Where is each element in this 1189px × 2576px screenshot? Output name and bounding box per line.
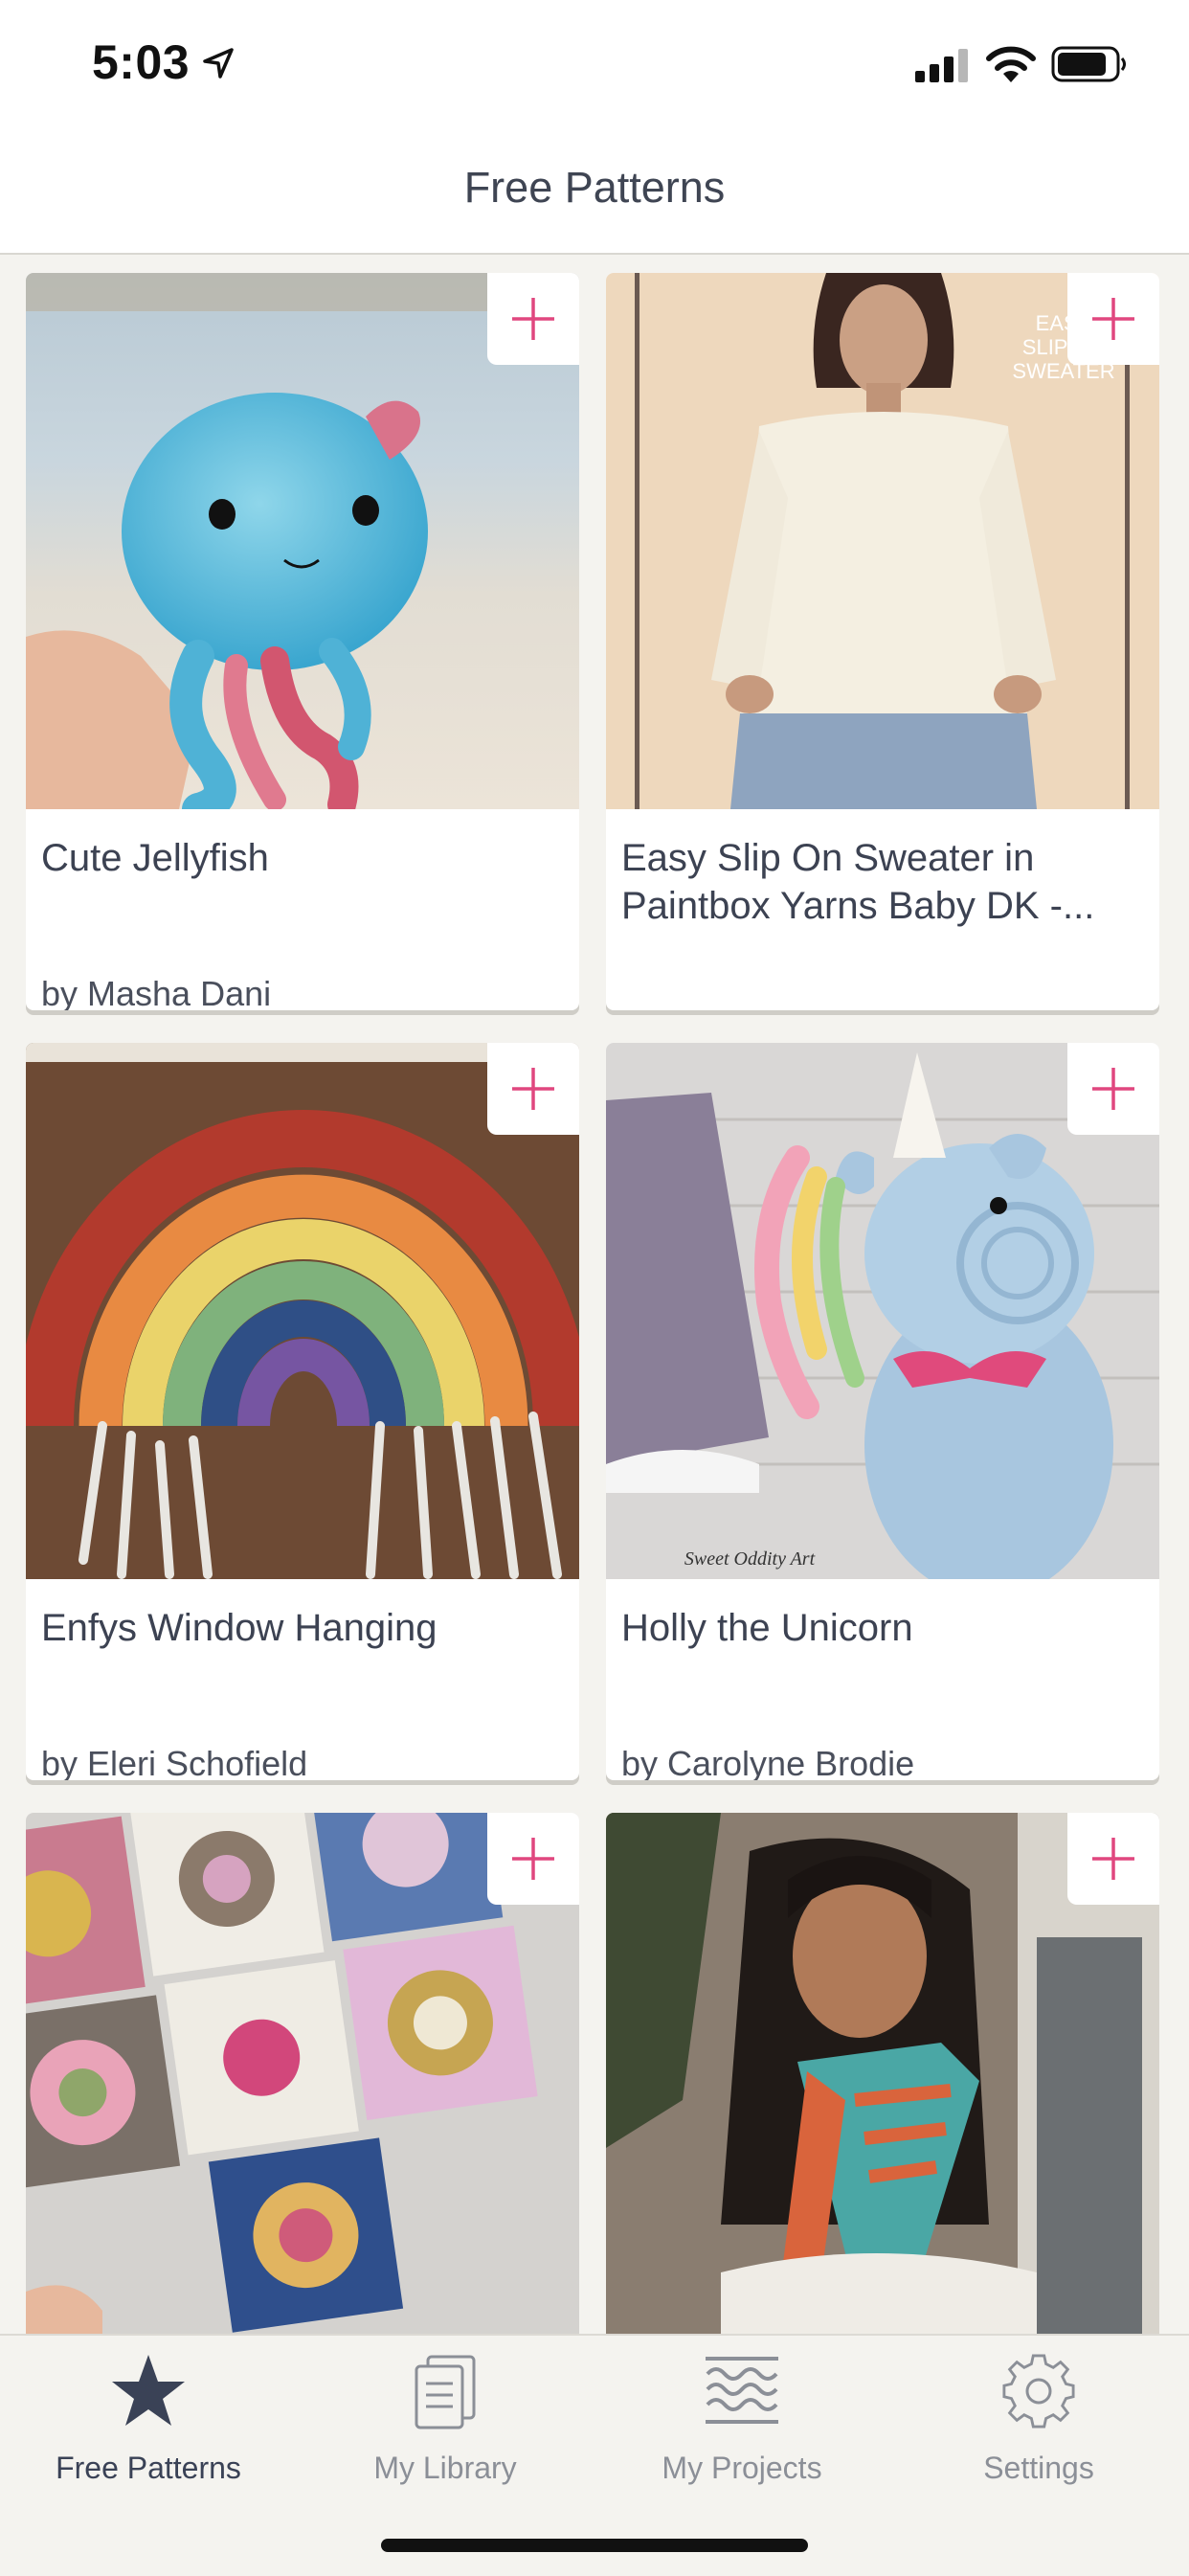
location-arrow-icon xyxy=(203,48,234,79)
pattern-card[interactable]: Enfys Window Hanging by Eleri Schofield xyxy=(26,1043,579,1780)
add-to-library-button[interactable] xyxy=(1067,1813,1159,1905)
pattern-card[interactable] xyxy=(606,1813,1159,2349)
add-to-library-button[interactable] xyxy=(1067,1043,1159,1135)
add-to-library-button[interactable] xyxy=(487,273,579,365)
plus-icon xyxy=(1092,1068,1134,1110)
pattern-title[interactable]: Holly the Unicorn xyxy=(621,1604,1138,1652)
tab-label: My Library xyxy=(373,2451,517,2485)
tab-my-projects[interactable]: My Projects xyxy=(594,2336,890,2527)
status-bar: 5:03 xyxy=(0,0,1189,134)
tab-settings[interactable]: Settings xyxy=(890,2336,1187,2527)
home-indicator[interactable] xyxy=(381,2539,808,2552)
pattern-title[interactable]: Cute Jellyfish xyxy=(41,834,558,882)
pattern-author: by Eleri Schofield xyxy=(41,1744,308,1780)
pattern-title[interactable]: Easy Slip On Sweater in Paintbox Yarns B… xyxy=(621,834,1138,930)
star-icon xyxy=(112,2355,185,2426)
plus-icon xyxy=(512,1068,554,1110)
tab-label: My Projects xyxy=(662,2451,822,2485)
plus-icon xyxy=(512,298,554,340)
library-icon xyxy=(415,2355,476,2429)
tab-free-patterns[interactable]: Free Patterns xyxy=(0,2336,297,2527)
pattern-author: by Carolyne Brodie xyxy=(621,1744,915,1780)
plus-icon xyxy=(1092,298,1134,340)
navigation-header: Free Patterns xyxy=(0,134,1189,255)
add-to-library-button[interactable] xyxy=(487,1043,579,1135)
svg-text:Sweet Oddity Art: Sweet Oddity Art xyxy=(684,1548,816,1570)
add-to-library-button[interactable] xyxy=(1067,273,1159,365)
add-to-library-button[interactable] xyxy=(487,1813,579,1905)
battery-icon xyxy=(1051,46,1126,82)
page-title: Free Patterns xyxy=(463,163,726,212)
tab-my-library[interactable]: My Library xyxy=(297,2336,594,2527)
pattern-author: by Masha Dani xyxy=(41,974,272,1010)
tab-label: Settings xyxy=(983,2451,1094,2485)
pattern-card[interactable]: Cute Jellyfish by Masha Dani xyxy=(26,273,579,1010)
wifi-icon xyxy=(986,46,1036,82)
pattern-card[interactable]: EASY SLIP ON SWEATER Easy Slip On Sweate… xyxy=(606,273,1159,1010)
projects-icon xyxy=(706,2357,778,2424)
plus-icon xyxy=(512,1838,554,1880)
cellular-signal-icon xyxy=(915,49,968,82)
plus-icon xyxy=(1092,1838,1134,1880)
pattern-card[interactable] xyxy=(26,1813,579,2349)
status-time: 5:03 xyxy=(92,35,191,89)
pattern-card[interactable]: Sweet Oddity Art Holly the Unicorn by Ca… xyxy=(606,1043,1159,1780)
gear-icon xyxy=(1002,2354,1075,2429)
pattern-title[interactable]: Enfys Window Hanging xyxy=(41,1604,558,1652)
tab-label: Free Patterns xyxy=(56,2451,241,2485)
